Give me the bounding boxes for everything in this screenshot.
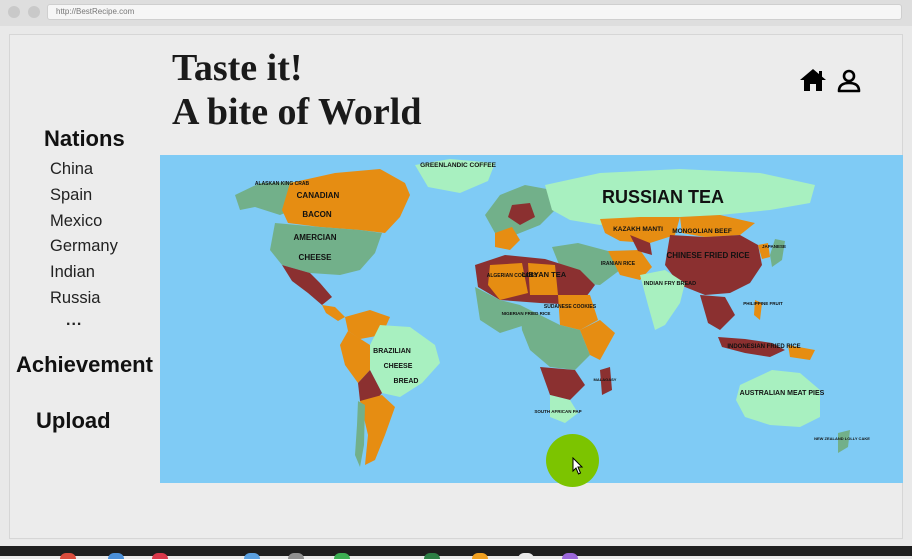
user-icon xyxy=(837,69,861,93)
more-nations-link[interactable]: ... xyxy=(66,312,82,330)
achievement-link[interactable]: Achievement xyxy=(16,352,153,378)
nation-item-germany[interactable]: Germany xyxy=(50,235,118,261)
back-button[interactable] xyxy=(8,6,20,18)
taskbar-app-icon[interactable] xyxy=(334,553,350,559)
taskbar-app-icon[interactable] xyxy=(244,553,260,559)
label-nz: NEW ZEALAND LOLLY CAKE xyxy=(814,436,870,441)
label-cheese: CHEESE xyxy=(299,253,333,262)
label-canadian: CANADIAN xyxy=(297,191,340,200)
title-line-2: A bite of World xyxy=(172,91,422,133)
libya-region[interactable] xyxy=(528,263,558,295)
label-american: AMERCIAN xyxy=(293,233,336,242)
label-sudanese: SUDANESE COOKIES xyxy=(544,304,597,310)
taskbar-app-icon[interactable] xyxy=(60,553,76,559)
label-libyan: LIBYAN TEA xyxy=(522,270,567,279)
home-button[interactable] xyxy=(798,66,828,94)
label-australian: AUSTRALIAN MEAT PIES xyxy=(740,390,825,397)
address-bar[interactable]: http://BestRecipe.com xyxy=(47,4,902,20)
taskbar-app-icon[interactable] xyxy=(288,553,304,559)
label-indonesian: INDONESIAN FRIED RICE xyxy=(727,344,800,350)
taskbar-app-icon[interactable] xyxy=(424,553,440,559)
taskbar-app-icon[interactable] xyxy=(472,553,488,559)
os-taskbar xyxy=(0,546,912,556)
label-japanese: JAPANESE xyxy=(762,244,786,249)
label-alaskan: ALASKAN KING CRAB xyxy=(255,181,310,187)
profile-button[interactable] xyxy=(836,67,862,95)
upload-link[interactable]: Upload xyxy=(36,408,111,434)
mouse-pointer-icon xyxy=(572,457,584,475)
label-bread: BREAD xyxy=(394,378,419,385)
home-icon xyxy=(800,69,826,91)
nation-list: China Spain Mexico Germany Indian Russia xyxy=(50,158,118,313)
label-greenlandic: GREENLANDIC COFFEE xyxy=(420,162,497,169)
label-iranian: IRANIAN RICE xyxy=(601,261,636,267)
browser-toolbar: http://BestRecipe.com xyxy=(0,0,912,26)
nation-item-china[interactable]: China xyxy=(50,158,118,184)
label-malagasy: MALAGASY xyxy=(594,377,617,382)
label-brazilian: BRAZILIAN xyxy=(373,348,411,355)
taskbar-app-icon[interactable] xyxy=(518,553,534,559)
taskbar-app-icon[interactable] xyxy=(152,553,168,559)
nation-item-indian[interactable]: Indian xyxy=(50,261,118,287)
label-bacon: BACON xyxy=(302,210,332,219)
label-south-african: SOUTH AFRICAN PAP xyxy=(534,409,581,414)
label-philippine: PHILIPPINE FRUIT xyxy=(743,301,783,306)
nations-heading: Nations xyxy=(44,126,125,151)
label-chinese: CHINESE FRIED RICE xyxy=(666,251,750,260)
title-line-1: Taste it! xyxy=(172,47,303,89)
nation-item-russia[interactable]: Russia xyxy=(50,287,118,313)
forward-button[interactable] xyxy=(28,6,40,18)
world-food-map[interactable]: ALASKAN KING CRAB GREENLANDIC COFFEE CAN… xyxy=(160,155,903,483)
label-nigerian: NIGERIAN FRIED RICE xyxy=(502,311,551,316)
label-mongolian: MONGOLIAN BEEF xyxy=(672,228,732,235)
label-kazakh: KAZAKH MANTI xyxy=(613,226,663,233)
page-title: Taste it! A bite of World xyxy=(172,46,422,134)
taskbar-app-icon[interactable] xyxy=(108,553,124,559)
nation-item-mexico[interactable]: Mexico xyxy=(50,210,118,236)
taskbar-app-icon[interactable] xyxy=(562,553,578,559)
label-brazil-cheese: CHEESE xyxy=(384,363,413,370)
label-indian: INDIAN FRY BREAD xyxy=(644,281,696,287)
label-russian-tea: RUSSIAN TEA xyxy=(602,187,724,207)
nation-item-spain[interactable]: Spain xyxy=(50,184,118,210)
